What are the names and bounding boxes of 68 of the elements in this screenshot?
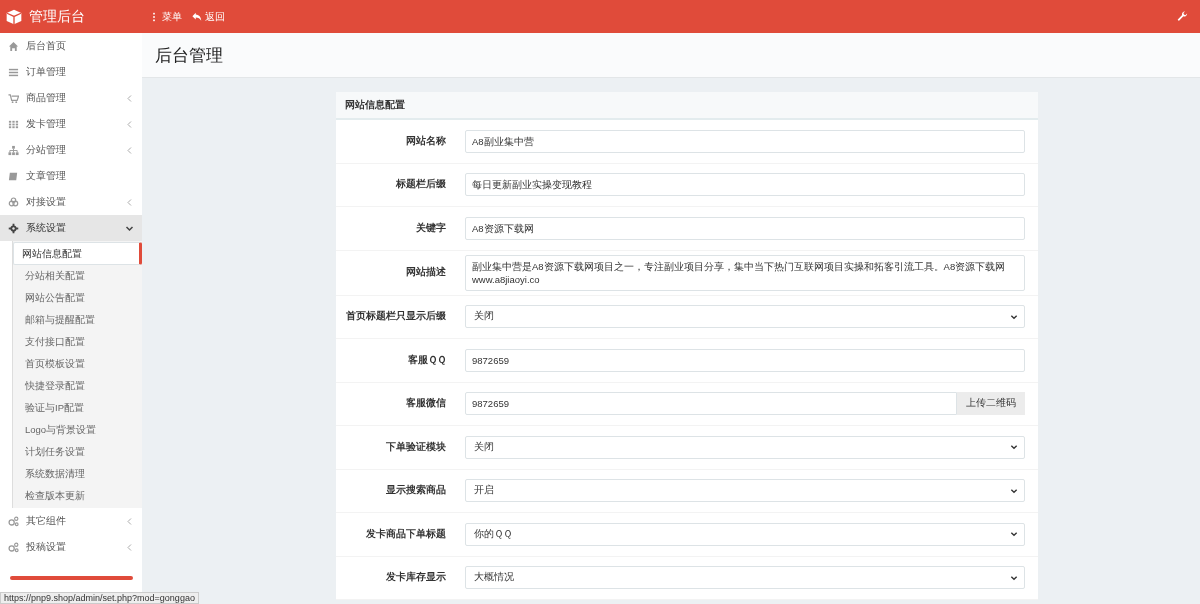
circles-icon xyxy=(8,196,19,208)
list-icon xyxy=(8,66,19,78)
field-label: 显示搜索商品 xyxy=(385,484,446,498)
field-label: 标题栏后缀 xyxy=(395,178,446,192)
submenu-item[interactable]: 首页模板设置 xyxy=(13,353,142,375)
field-label: 发卡库存显示 xyxy=(385,571,446,585)
wrench-icon[interactable] xyxy=(1177,11,1188,22)
select-field[interactable]: 关闭 xyxy=(465,305,1025,329)
menu-link[interactable]: 菜单 xyxy=(149,9,182,24)
field-label: 客服ＱＱ xyxy=(407,353,446,367)
back-link[interactable]: 返回 xyxy=(192,9,225,24)
field-label: 下单验证模块 xyxy=(385,440,446,454)
scroll-bar[interactable] xyxy=(10,576,133,580)
field-label: 客服微信 xyxy=(405,397,446,411)
cart-icon xyxy=(8,92,19,104)
sidebar-item[interactable]: 订单管理 xyxy=(0,59,142,85)
input-field[interactable]: A8副业集中营 xyxy=(465,129,1025,153)
sidebar-item[interactable]: 后台首页 xyxy=(0,33,142,59)
submenu-item[interactable]: 快捷登录配置 xyxy=(13,375,142,397)
select-field[interactable]: 你的ＱＱ xyxy=(465,522,1025,546)
gears-icon xyxy=(8,515,19,527)
submenu-item[interactable]: 验证与IP配置 xyxy=(13,397,142,419)
sitemap-icon xyxy=(8,144,19,156)
chevron-down-icon xyxy=(1010,530,1018,539)
field-label: 网站描述 xyxy=(405,266,446,279)
upload-button[interactable]: 上传二维码 xyxy=(957,392,1025,416)
page-title: 后台管理 xyxy=(155,44,223,67)
house-icon xyxy=(8,40,19,52)
input-field[interactable]: 副业集中营是A8资源下载网项目之一，专注副业项目分享，集中当下热门互联网项目实操和拓客引流工具。A8资源下载网www.a8jiaoyi.co xyxy=(465,254,1025,291)
input-field[interactable]: 9872659 xyxy=(465,348,1025,372)
input-field[interactable]: 9872659 xyxy=(465,392,957,416)
chevron-down-icon xyxy=(1010,486,1018,495)
input-field[interactable]: 每日更新副业实操变现教程 xyxy=(465,173,1025,197)
grid-icon xyxy=(8,118,19,130)
input-field[interactable]: A8资源下载网 xyxy=(465,216,1025,240)
sidebar-item[interactable]: 对接设置 xyxy=(0,189,142,215)
select-field[interactable]: 开启 xyxy=(465,479,1025,503)
select-field[interactable]: 大概情况 xyxy=(465,566,1025,590)
submenu-item[interactable]: Logo与背景设置 xyxy=(13,419,142,441)
submenu-item[interactable]: 网站信息配置 xyxy=(13,242,142,265)
status-url: https://pnp9.shop/admin/set.php?mod=gonggao xyxy=(0,592,199,604)
field-label: 关键字 xyxy=(415,221,446,235)
chevron-down-icon xyxy=(1010,443,1018,452)
panel-title: 网站信息配置 xyxy=(345,98,405,112)
sidebar-item[interactable]: 商品管理 xyxy=(0,85,142,111)
sidebar-item[interactable]: 系统设置 xyxy=(0,215,142,241)
submenu-item[interactable]: 系统数据清理 xyxy=(13,463,142,485)
submenu-item[interactable]: 分站相关配置 xyxy=(13,265,142,287)
cube-icon xyxy=(6,8,22,25)
chevron-down-icon xyxy=(1010,573,1018,582)
sidebar-item[interactable]: 文章管理 xyxy=(0,163,142,189)
sidebar-item[interactable]: 发卡管理 xyxy=(0,111,142,137)
field-label: 发卡商品下单标题 xyxy=(365,527,446,541)
app-title: 管理后台 xyxy=(29,7,85,26)
field-label: 网站名称 xyxy=(405,134,446,148)
submenu-item[interactable]: 邮箱与提醒配置 xyxy=(13,309,142,331)
select-field[interactable]: 关闭 xyxy=(465,435,1025,459)
field-label: 首页标题栏只显示后缀 xyxy=(345,310,446,324)
submenu-item[interactable]: 支付接口配置 xyxy=(13,331,142,353)
sidebar-item[interactable]: 其它组件 xyxy=(0,508,142,534)
submenu-item[interactable]: 网站公告配置 xyxy=(13,287,142,309)
chevron-down-icon xyxy=(1010,312,1018,321)
submenu-item[interactable]: 计划任务设置 xyxy=(13,441,142,463)
submenu-item[interactable]: 检查版本更新 xyxy=(13,485,142,507)
gears-icon xyxy=(8,541,19,553)
sidebar-item[interactable]: 投稿设置 xyxy=(0,534,142,560)
sidebar-item[interactable]: 分站管理 xyxy=(0,137,142,163)
reply-arrow-icon xyxy=(192,11,202,22)
